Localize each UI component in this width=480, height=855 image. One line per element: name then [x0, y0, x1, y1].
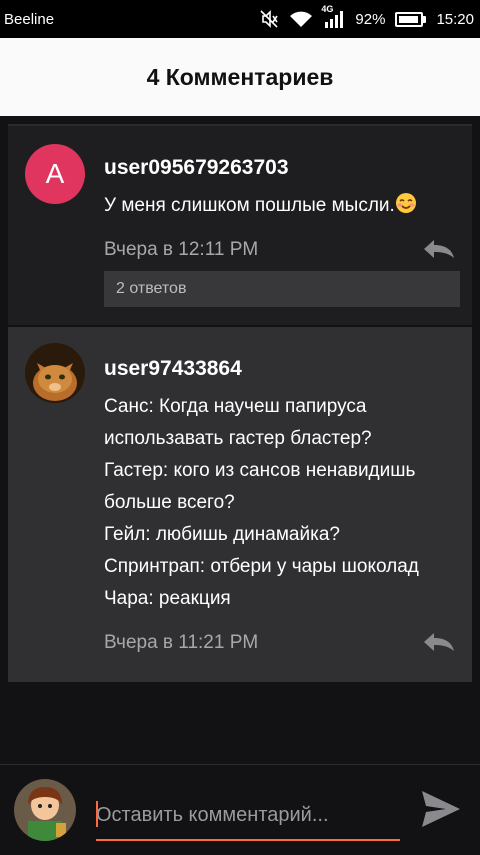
comment-composer: [0, 764, 480, 855]
comment-username[interactable]: user97433864: [104, 357, 242, 381]
avatar-letter: A: [45, 158, 65, 189]
smiling-blush-emoji-icon: [395, 192, 417, 225]
replies-button[interactable]: 2 ответов: [104, 271, 460, 307]
reply-icon[interactable]: [422, 631, 456, 658]
comment-time: Вчера в 11:21 PM: [104, 632, 259, 653]
wifi-icon: [289, 10, 313, 28]
carrier-name: Beeline: [4, 10, 55, 28]
user-avatar-icon: [14, 779, 76, 841]
comment-time: Вчера в 12:11 PM: [104, 239, 259, 260]
battery-icon: [395, 11, 427, 27]
send-icon: [422, 791, 460, 827]
status-icons: 4G 92% 15:20: [259, 4, 474, 29]
comment-username[interactable]: user095679263703: [104, 156, 289, 180]
comment-item[interactable]: A user095679263703 У меня слишком пошлые…: [8, 124, 472, 325]
comment-text: Санс: Когда научеш папируса использавать…: [104, 396, 419, 609]
battery-percent: 92%: [355, 10, 386, 28]
avatar[interactable]: A: [25, 144, 85, 204]
status-bar: Beeline 4G 92% 15:20: [0, 0, 480, 38]
app-header: 4 Комментариев: [0, 38, 480, 116]
input-underline: [96, 839, 400, 841]
comment-body: У меня слишком пошлые мысли.: [104, 195, 395, 216]
comment-input-wrap[interactable]: [96, 793, 400, 841]
clock: 15:20: [436, 10, 474, 28]
avatar[interactable]: [25, 343, 85, 403]
my-avatar[interactable]: [14, 779, 76, 841]
send-button[interactable]: [420, 789, 462, 834]
signal-icon: 4G: [321, 4, 345, 28]
page-title: 4 Комментариев: [146, 63, 334, 90]
comment-list[interactable]: A user095679263703 У меня слишком пошлые…: [8, 124, 472, 682]
network-type: 4G: [321, 4, 334, 14]
text-caret: [96, 801, 98, 827]
comment-input[interactable]: [96, 793, 400, 837]
mute-icon: [259, 9, 279, 29]
reply-icon[interactable]: [422, 238, 456, 265]
cat-avatar-icon: [25, 343, 85, 403]
comment-item[interactable]: user97433864 Санс: Когда научеш папируса…: [8, 327, 472, 682]
comment-text: У меня слишком пошлые мысли.: [104, 190, 466, 225]
